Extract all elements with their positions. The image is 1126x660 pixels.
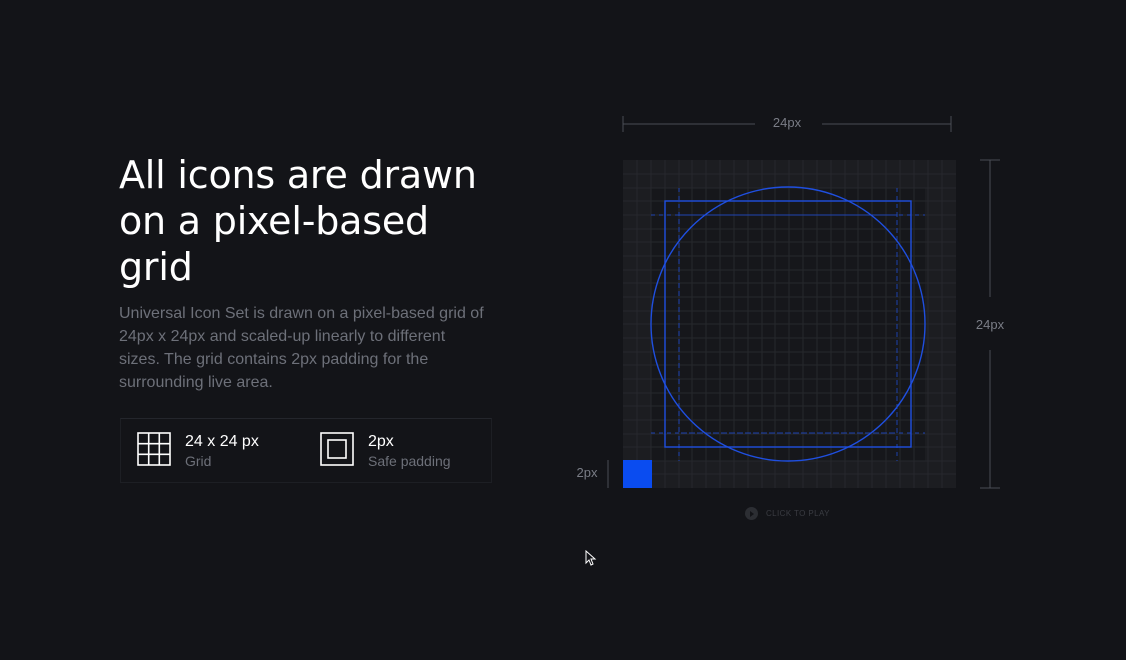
play-button[interactable]: CLICK TO PLAY	[745, 507, 830, 520]
height-label: 24px	[976, 317, 1005, 332]
play-label: CLICK TO PLAY	[766, 509, 830, 518]
padding-label: 2px	[577, 465, 598, 480]
height-dimension: 24px	[976, 159, 1005, 489]
padding-block	[623, 460, 652, 488]
width-label: 24px	[773, 115, 802, 130]
padding-dimension: 2px	[577, 460, 609, 488]
width-dimension: 24px	[622, 115, 952, 132]
mouse-cursor-icon	[585, 550, 597, 566]
play-icon	[745, 507, 758, 520]
grid-diagram: 24px 24px 2px	[577, 115, 1005, 489]
